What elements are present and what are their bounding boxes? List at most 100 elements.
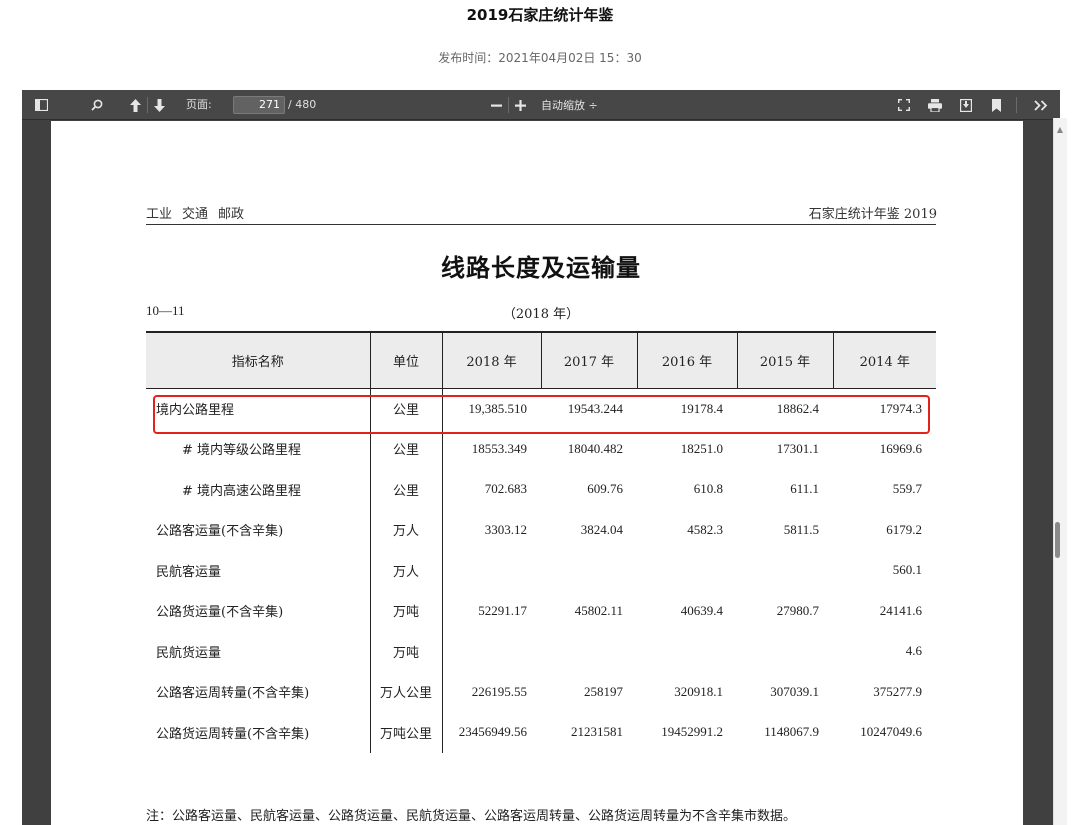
- value-cell: 320918.1: [674, 683, 723, 699]
- zoom-out-button[interactable]: [486, 90, 506, 120]
- indicator-name: 公路货运量(不含辛集): [156, 605, 284, 621]
- unit-cell: 万人: [369, 509, 443, 550]
- value-cell: 19,385.510: [468, 400, 528, 416]
- fullscreen-icon: [898, 99, 910, 111]
- value-cell: 18251.0: [680, 440, 723, 456]
- sidebar-toggle-button[interactable]: [30, 90, 52, 120]
- value-cell: 560.1: [892, 562, 922, 578]
- zoom-out-icon: [490, 104, 502, 107]
- table-footnote: 注：公路客运量、民航客运量、公路货运量、民航货运量、公路客运周转量、公路货运周转…: [146, 809, 797, 824]
- statistics-table: 指标名称 单位 2018 年 2017 年 2016 年 2015 年 2014…: [146, 331, 936, 753]
- unit-cell: 万人公里: [369, 671, 443, 712]
- tools-button[interactable]: [1030, 90, 1052, 120]
- header-section: 交通: [182, 207, 209, 222]
- indicator-name: 公路客运量(不含辛集): [156, 524, 284, 540]
- table-year: （2018 年）: [502, 307, 580, 322]
- value-cell: 45802.11: [574, 602, 623, 618]
- column-header: 2018 年: [441, 331, 541, 389]
- value-cell: [737, 631, 833, 672]
- page-scrollbar-track[interactable]: [1053, 118, 1067, 825]
- value-cell: 5811.5: [783, 521, 819, 537]
- zoom-in-button[interactable]: [510, 90, 530, 120]
- zoom-select[interactable]: 自动缩放 ÷: [538, 97, 601, 114]
- value-cell: [442, 550, 541, 591]
- indicator-name: 民航货运量: [156, 645, 222, 661]
- value-cell: 16969.6: [879, 440, 922, 456]
- next-page-button[interactable]: [150, 90, 168, 120]
- value-cell: 52291.17: [478, 602, 527, 618]
- site-title: 2019石家庄统计年鉴: [466, 6, 614, 24]
- value-cell: 375277.9: [873, 683, 922, 699]
- value-cell: 10247049.6: [860, 724, 922, 740]
- table-title: 线路长度及运输量: [441, 253, 641, 282]
- unit-cell: 公里: [369, 469, 443, 510]
- value-cell: 21231581: [571, 724, 623, 740]
- header-section: 工业: [146, 207, 173, 222]
- indicator-name: # 境内高速公路里程: [182, 483, 302, 499]
- header-section: 邮政: [218, 207, 245, 222]
- unit-cell: 公里: [369, 428, 443, 469]
- previous-page-button[interactable]: [126, 90, 144, 120]
- value-cell: 610.8: [693, 481, 723, 497]
- value-cell: 17301.1: [776, 440, 819, 456]
- value-cell: 4.6: [905, 643, 922, 659]
- value-cell: 702.683: [484, 481, 527, 497]
- table-row: 公路货运周转量(不含辛集) 万吨公里 23456949.56 21231581 …: [146, 712, 936, 753]
- value-cell: 17974.3: [879, 400, 922, 416]
- column-header: 2017 年: [540, 331, 637, 389]
- arrow-down-icon: [153, 98, 165, 112]
- running-header-right: 石家庄统计年鉴 2019: [808, 207, 937, 222]
- download-button[interactable]: [956, 90, 976, 120]
- column-header: 2014 年: [832, 331, 936, 389]
- pdf-toolbar: 页面: 271 / 480 自动缩放 ÷: [22, 90, 1060, 120]
- table-header-row: 指标名称 单位 2018 年 2017 年 2016 年 2015 年 2014…: [146, 331, 936, 389]
- unit-cell: 万吨公里: [369, 712, 443, 753]
- page-number-input[interactable]: 271: [233, 96, 285, 114]
- value-cell: 611.1: [790, 481, 819, 497]
- toolbar-separator: [508, 97, 509, 113]
- column-header: 单位: [369, 331, 442, 389]
- find-button[interactable]: [86, 90, 108, 120]
- bookmark-icon: [991, 98, 1001, 112]
- page-label: 页面:: [186, 98, 212, 111]
- value-cell: 307039.1: [770, 683, 819, 699]
- search-icon: [91, 99, 103, 111]
- sidebar-toggle-icon: [34, 99, 48, 111]
- column-header: 2016 年: [636, 331, 737, 389]
- value-cell: [442, 631, 541, 672]
- toolbar-separator: [147, 97, 148, 113]
- value-cell: 19452991.2: [661, 724, 723, 740]
- value-cell: 18040.482: [567, 440, 623, 456]
- page-scrollbar-thumb[interactable]: [1055, 522, 1060, 558]
- presentation-mode-button[interactable]: [894, 90, 914, 120]
- value-cell: 27980.7: [776, 602, 819, 618]
- value-cell: 3303.12: [484, 521, 527, 537]
- toolbar-separator: [1016, 97, 1017, 113]
- table-row: 公路货运量(不含辛集) 万吨 52291.17 45802.11 40639.4…: [146, 590, 936, 631]
- value-cell: 6179.2: [886, 521, 922, 537]
- table-row: # 境内高速公路里程 公里 702.683 609.76 610.8 611.1…: [146, 469, 936, 510]
- value-cell: 559.7: [892, 481, 922, 497]
- value-cell: [737, 550, 833, 591]
- bookmark-button[interactable]: [986, 90, 1006, 120]
- value-cell: 609.76: [587, 481, 623, 497]
- value-cell: 18862.4: [776, 400, 819, 416]
- value-cell: 19543.244: [567, 400, 623, 416]
- indicator-name: 民航客运量: [156, 564, 222, 580]
- table-row: 公路客运周转量(不含辛集) 万人公里 226195.55 258197 3209…: [146, 671, 936, 712]
- header-rule: [146, 224, 936, 225]
- value-cell: [541, 550, 637, 591]
- publish-time: 发布时间：2021年04月02日 15：30: [438, 51, 642, 65]
- unit-cell: 公里: [369, 388, 443, 429]
- unit-cell: 万人: [369, 550, 443, 591]
- print-button[interactable]: [924, 90, 946, 120]
- indicator-name: 公路客运周转量(不含辛集): [156, 686, 310, 702]
- running-header-left: 工业 交通 邮政: [146, 203, 254, 222]
- scroll-up-arrow-icon[interactable]: ▲: [1055, 126, 1065, 134]
- value-cell: [541, 631, 637, 672]
- unit-cell: 万吨: [369, 631, 443, 672]
- value-cell: 258197: [584, 683, 623, 699]
- table-row: # 境内等级公路里程 公里 18553.349 18040.482 18251.…: [146, 428, 936, 469]
- value-cell: 3824.04: [580, 521, 623, 537]
- indicator-name: 公路货运周转量(不含辛集): [156, 726, 310, 742]
